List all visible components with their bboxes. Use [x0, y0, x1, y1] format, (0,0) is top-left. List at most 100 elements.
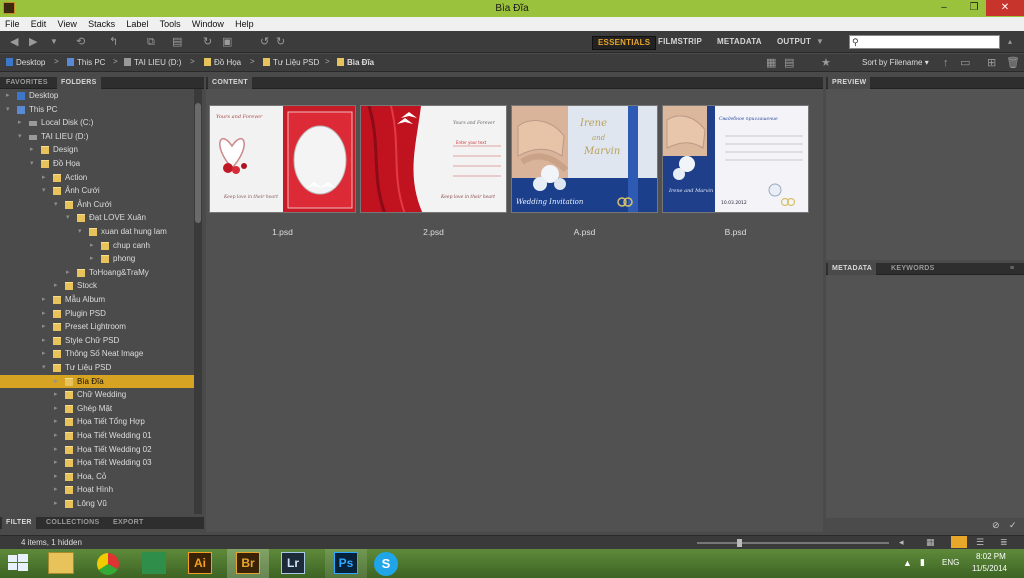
tab-keywords[interactable]: KEYWORDS [887, 263, 939, 275]
menu-tools[interactable]: Tools [155, 17, 185, 31]
expand-arrow-icon[interactable]: ▸ [54, 279, 58, 292]
open-recent-icon[interactable]: ▭ [960, 57, 970, 69]
tree-item[interactable]: ▸ Mẫu Album [0, 293, 194, 307]
tree-item[interactable]: ▸ chup canh [0, 239, 194, 253]
language-indicator[interactable]: ENG [942, 558, 959, 567]
zoom-out-icon[interactable]: ◂ [899, 537, 904, 548]
tree-item[interactable]: ▾ Tư Liệu PSD [0, 361, 194, 375]
tree-item[interactable]: ▸ Hoạt Hình [0, 483, 194, 497]
search-input[interactable]: ⚲ [849, 35, 1000, 49]
skype-icon[interactable]: S [374, 552, 398, 576]
tree-item[interactable]: ▾ Đồ Họa [0, 157, 194, 171]
expand-arrow-icon[interactable]: ▸ [6, 89, 10, 102]
reveal-recent-icon[interactable]: ⟲ [76, 36, 85, 48]
breadcrumb-drive[interactable]: TAI LIEU (D:) [124, 57, 181, 69]
tree-item[interactable]: ▸ Design [0, 143, 194, 157]
tab-folders[interactable]: FOLDERS [57, 77, 101, 89]
breadcrumb-bia-dia[interactable]: Bìa Đĩa [337, 57, 374, 69]
tree-item[interactable]: ▸ Desktop [0, 89, 194, 103]
tree-item[interactable]: ▾ This PC [0, 103, 194, 117]
thumbnail-1-psd[interactable]: Yours and Forever Keep love in their hea… [209, 105, 356, 213]
clock-date[interactable]: 11/5/2014 [972, 564, 1007, 573]
menu-window[interactable]: Window [187, 17, 228, 31]
menu-label[interactable]: Label [121, 17, 152, 31]
expand-arrow-icon[interactable]: ▸ [54, 443, 58, 456]
breadcrumb-this-pc[interactable]: This PC [67, 57, 105, 69]
network-icon[interactable]: ▮ [920, 557, 925, 568]
lock-grid-icon[interactable]: ▦ [926, 537, 935, 548]
check-icon[interactable]: ✓ [1009, 520, 1017, 531]
expand-arrow-icon[interactable]: ▸ [54, 388, 58, 401]
breadcrumb-desktop[interactable]: Desktop [6, 57, 45, 69]
expand-arrow-icon[interactable]: ▸ [42, 171, 46, 184]
forward-arrow-icon[interactable]: ▶ [29, 36, 37, 48]
expand-arrow-icon[interactable]: ▸ [18, 116, 22, 129]
expand-arrow-icon[interactable]: ▸ [54, 470, 58, 483]
lightroom-icon[interactable]: Lr [281, 552, 305, 574]
tab-content[interactable]: CONTENT [208, 77, 252, 89]
rotate-right-icon[interactable]: ↻ [276, 36, 285, 48]
expand-arrow-icon[interactable]: ▸ [54, 375, 58, 388]
tree-item[interactable]: ▸ Họa Tiết Wedding 01 [0, 429, 194, 443]
tree-item[interactable]: ▸ Ghép Mặt [0, 402, 194, 416]
clock-time[interactable]: 8:02 PM [976, 552, 1006, 561]
collapse-arrow-icon[interactable]: ▾ [54, 198, 58, 211]
collapse-arrow-icon[interactable]: ▾ [6, 103, 10, 116]
expand-arrow-icon[interactable]: ▸ [54, 402, 58, 415]
tree-item[interactable]: ▾ Ảnh Cưới [0, 184, 194, 198]
tree-item[interactable]: ▸ Họa Tiết Wedding 03 [0, 456, 194, 470]
tab-export[interactable]: EXPORT [109, 517, 148, 529]
tree-item[interactable]: ▸ Stock [0, 279, 194, 293]
history-dropdown-icon[interactable]: ▼ [50, 36, 58, 48]
tree-item[interactable]: ▸ Lông Vũ [0, 497, 194, 511]
corel-icon[interactable] [142, 552, 166, 574]
no-icon[interactable]: ⊘ [992, 520, 1000, 531]
star-filter-icon[interactable]: ★ [821, 57, 831, 69]
ascending-sort-icon[interactable]: ↑ [943, 57, 949, 69]
tab-filter[interactable]: FILTER [2, 517, 36, 529]
chrome-icon[interactable] [97, 553, 119, 575]
expand-arrow-icon[interactable]: ▸ [30, 143, 34, 156]
illustrator-icon[interactable]: Ai [188, 552, 212, 574]
workspace-dropdown-icon[interactable]: ▼ [816, 36, 824, 48]
rotate-left-icon[interactable]: ↺ [260, 36, 269, 48]
collapse-arrow-icon[interactable]: ▾ [18, 130, 22, 143]
photoshop-taskbar-button[interactable]: Ps [325, 549, 367, 578]
tab-preview[interactable]: PREVIEW [828, 77, 871, 89]
tree-item[interactable]: ▸ Plugin PSD [0, 307, 194, 321]
tree-item[interactable]: ▸ phong [0, 252, 194, 266]
menu-file[interactable]: File [0, 17, 24, 31]
tab-collections[interactable]: COLLECTIONS [42, 517, 103, 529]
expand-arrow-icon[interactable]: ▸ [66, 266, 70, 279]
view-details-icon[interactable]: ☰ [976, 537, 984, 548]
thumbnail-2-psd[interactable]: Yours and Forever Enter your text Keep l… [360, 105, 507, 213]
sort-dropdown[interactable]: Sort by Filename ▾ [862, 58, 929, 67]
collapse-arrow-icon[interactable]: ▾ [42, 184, 46, 197]
tree-item[interactable]: ▾ Ảnh Cưới [0, 198, 194, 212]
expand-arrow-icon[interactable]: ▸ [54, 429, 58, 442]
breadcrumb-tu-lieu-psd[interactable]: Tư Liệu PSD [263, 57, 319, 69]
view-mode-icon[interactable]: ▤ [784, 57, 794, 69]
delete-icon[interactable]: 🗑 [1006, 57, 1020, 69]
workspace-metadata[interactable]: METADATA [717, 36, 762, 48]
tree-item[interactable]: ▸ Thông Số Neat Image [0, 347, 194, 361]
tree-item[interactable]: ▸ Họa Tiết Tổng Hợp [0, 415, 194, 429]
expand-arrow-icon[interactable]: ▸ [42, 347, 46, 360]
tree-item[interactable]: ▸ Style Chữ PSD [0, 334, 194, 348]
refine-icon[interactable]: ▤ [172, 36, 182, 48]
expand-arrow-icon[interactable]: ▸ [42, 320, 46, 333]
thumbnail-quality-icon[interactable]: ▦ [766, 57, 776, 69]
expand-arrow-icon[interactable]: ▸ [54, 456, 58, 469]
tree-item[interactable]: ▾ xuan dat hung lam [0, 225, 194, 239]
maximize-button[interactable]: ❐ [960, 0, 988, 16]
tree-item[interactable]: ▸ Hoa, Cỏ [0, 470, 194, 484]
tree-item[interactable]: ▸ Local Disk (C:) [0, 116, 194, 130]
folder-tree-scrollbar[interactable] [194, 89, 202, 514]
expand-arrow-icon[interactable]: ▸ [90, 239, 94, 252]
tree-item[interactable]: ▸ Họa Tiết Wedding 02 [0, 443, 194, 457]
workspace-essentials[interactable]: ESSENTIALS [592, 36, 657, 50]
collapse-arrow-icon[interactable]: ▾ [78, 225, 82, 238]
new-folder-icon[interactable]: ⊞ [987, 57, 996, 69]
workspace-filmstrip[interactable]: FILMSTRIP [658, 36, 702, 48]
expand-arrow-icon[interactable]: ▸ [42, 307, 46, 320]
